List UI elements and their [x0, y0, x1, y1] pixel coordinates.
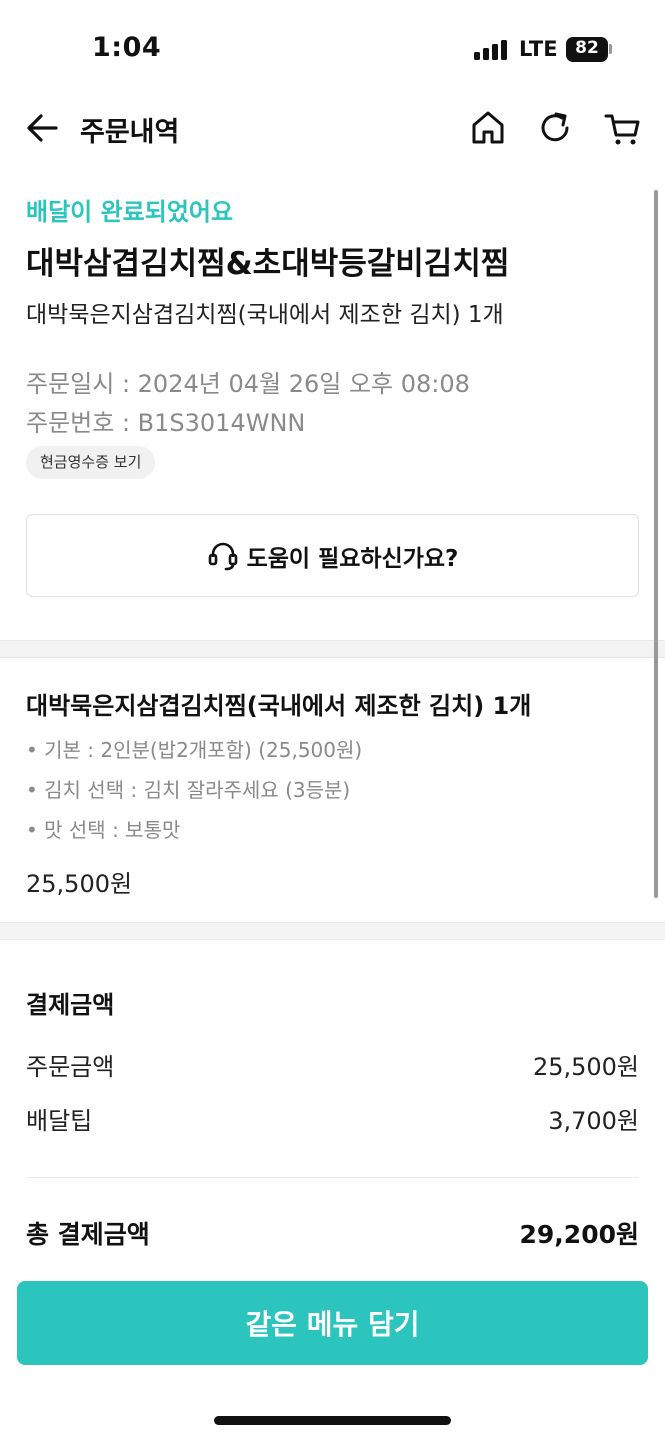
section-divider [0, 922, 665, 940]
order-datetime: 주문일시 : 2024년 04월 26일 오후 08:08 [26, 370, 470, 398]
cash-receipt-button[interactable]: 현금영수증 보기 [26, 446, 156, 479]
battery-level: 82 [575, 38, 599, 58]
item-option: • 김치 선택 : 김치 잘라주세요 (3등분) [26, 778, 351, 802]
scrollbar[interactable] [654, 190, 658, 898]
order-amount-label: 주문금액 [26, 1053, 115, 1081]
delivery-status: 배달이 완료되었어요 [26, 198, 234, 226]
order-amount-value: 25,500원 [532, 1053, 639, 1081]
arrow-left-icon[interactable] [24, 108, 60, 148]
battery-icon: 82 [566, 37, 608, 62]
battery-cap [609, 44, 612, 54]
total-label: 총 결제금액 [26, 1220, 150, 1249]
cart-icon[interactable] [604, 108, 642, 148]
network-type: LTE [519, 37, 558, 61]
status-time: 1:04 [92, 32, 162, 63]
item-price: 25,500원 [26, 870, 133, 898]
delivery-tip-value: 3,700원 [548, 1107, 639, 1135]
store-name: 대박삼겹김치찜&초대박등갈비김치찜 [26, 246, 510, 282]
payment-divider [26, 1177, 639, 1178]
home-indicator [214, 1416, 451, 1425]
payment-title: 결제금액 [26, 991, 115, 1019]
home-icon[interactable] [469, 108, 507, 148]
headset-icon [208, 542, 237, 570]
refresh-icon[interactable] [536, 108, 574, 148]
item-name: 대박묵은지삼겹김치찜(국내에서 제조한 김치) 1개 [26, 692, 532, 720]
item-option: • 맛 선택 : 보통맛 [26, 818, 181, 842]
order-number: 주문번호 : B1S3014WNN [26, 409, 306, 437]
top-nav: 주문내역 [0, 100, 665, 160]
delivery-tip-label: 배달팁 [26, 1107, 93, 1135]
status-bar: 1:04 LTE 82 [0, 0, 665, 100]
add-same-menu-button[interactable]: 같은 메뉴 담기 [17, 1281, 648, 1365]
item-option: • 기본 : 2인분(밥2개포함) (25,500원) [26, 738, 363, 762]
order-summary: 대박묵은지삼겹김치찜(국내에서 제조한 김치) 1개 [26, 302, 504, 328]
help-button-label: 도움이 필요하신가요? [246, 545, 459, 572]
signal-icon [474, 40, 508, 60]
total-value: 29,200원 [519, 1220, 639, 1249]
page-title: 주문내역 [80, 117, 180, 148]
section-divider [0, 640, 665, 658]
help-button[interactable]: 도움이 필요하신가요? [26, 514, 639, 597]
